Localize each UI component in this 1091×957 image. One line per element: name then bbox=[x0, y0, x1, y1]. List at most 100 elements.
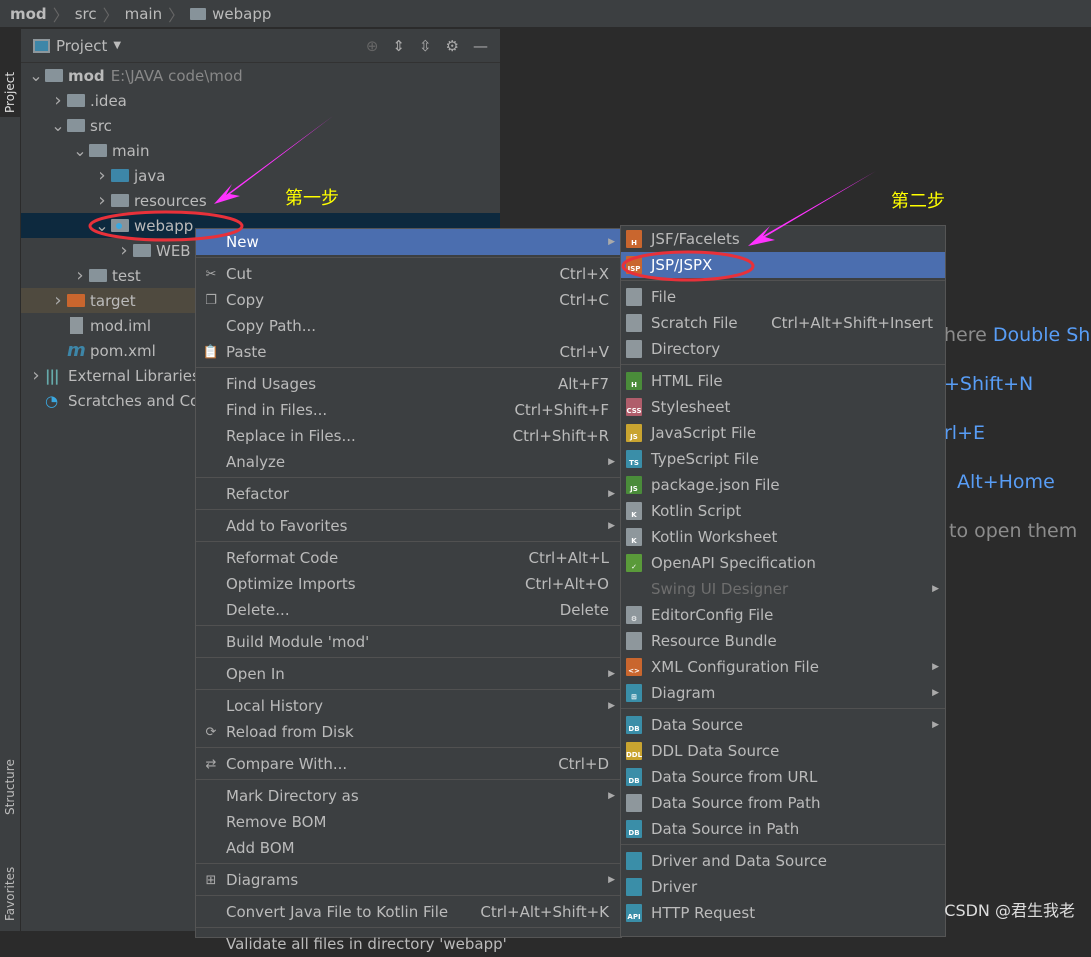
menu-item-find-usages[interactable]: Find Usages Alt+F7 bbox=[196, 371, 621, 397]
new-menu-item-http-request[interactable]: API HTTP Request bbox=[621, 900, 945, 926]
menu-item-compare-with[interactable]: ⇄ Compare With... Ctrl+D bbox=[196, 751, 621, 777]
structure-tool-tab[interactable]: Structure bbox=[0, 735, 20, 819]
chevron-right-icon[interactable]: › bbox=[115, 240, 133, 261]
chevron-right-icon[interactable]: › bbox=[49, 90, 67, 111]
menu-item-copy[interactable]: ❐ Copy Ctrl+C bbox=[196, 287, 621, 313]
tree-item[interactable]: ⌄ mod E:\JAVA code\mod bbox=[21, 63, 500, 88]
chevron-down-icon[interactable]: ⌄ bbox=[27, 66, 45, 85]
menu-item-copy-path[interactable]: Copy Path... bbox=[196, 313, 621, 339]
new-menu-item-kotlin-script[interactable]: K Kotlin Script bbox=[621, 498, 945, 524]
menu-item-cut[interactable]: ✂ Cut Ctrl+X bbox=[196, 261, 621, 287]
tree-item[interactable]: ⌄ src bbox=[21, 113, 500, 138]
breadcrumb-item[interactable]: src bbox=[75, 5, 97, 23]
new-menu-item-driver[interactable]: Driver bbox=[621, 874, 945, 900]
chevron-right-icon[interactable]: › bbox=[93, 165, 111, 186]
menu-item-analyze[interactable]: Analyze ▶ bbox=[196, 449, 621, 475]
expand-all-icon[interactable]: ⇕ bbox=[392, 37, 405, 55]
chevron-right-icon[interactable]: › bbox=[49, 290, 67, 311]
locate-icon[interactable]: ⊕ bbox=[366, 37, 379, 55]
file-icon bbox=[626, 288, 642, 306]
breadcrumb-item[interactable]: mod bbox=[10, 5, 47, 23]
gear-icon[interactable]: ⚙ bbox=[446, 37, 459, 55]
new-menu-item-kotlin-worksheet[interactable]: K Kotlin Worksheet bbox=[621, 524, 945, 550]
new-menu-item-xml-configuration-file[interactable]: <> XML Configuration File ▶ bbox=[621, 654, 945, 680]
new-menu-item-data-source-from-path[interactable]: Data Source from Path bbox=[621, 790, 945, 816]
menu-item-add-to-favorites[interactable]: Add to Favorites ▶ bbox=[196, 513, 621, 539]
menu-item-label: Cut bbox=[226, 265, 252, 283]
menu-item-label: Add to Favorites bbox=[226, 517, 348, 535]
chevron-right-icon[interactable]: › bbox=[93, 190, 111, 211]
menu-item-find-in-files[interactable]: Find in Files... Ctrl+Shift+F bbox=[196, 397, 621, 423]
menu-item-local-history[interactable]: Local History ▶ bbox=[196, 693, 621, 719]
tree-item[interactable]: › java bbox=[21, 163, 500, 188]
collapse-all-icon[interactable]: ⇳ bbox=[419, 37, 432, 55]
chevron-down-icon[interactable]: ⌄ bbox=[71, 141, 89, 160]
chevron-right-icon: 〉 bbox=[52, 5, 69, 25]
chevron-down-icon[interactable]: ▼ bbox=[113, 40, 121, 51]
new-menu-item-ddl-data-source[interactable]: DDL DDL Data Source bbox=[621, 738, 945, 764]
new-menu-item-diagram[interactable]: ⊞ Diagram ▶ bbox=[621, 680, 945, 706]
tree-item[interactable]: › resources bbox=[21, 188, 500, 213]
menu-item-convert-java-file-to-kotlin-file[interactable]: Convert Java File to Kotlin File Ctrl+Alt… bbox=[196, 899, 621, 925]
scratch-file-icon bbox=[626, 314, 642, 332]
favorites-tool-tab[interactable]: Favorites bbox=[0, 841, 20, 925]
new-menu-item-openapi-specification[interactable]: ✓ OpenAPI Specification bbox=[621, 550, 945, 576]
chevron-right-icon[interactable]: › bbox=[71, 265, 89, 286]
new-menu-item-html-file[interactable]: H HTML File bbox=[621, 368, 945, 394]
menu-item-replace-in-files[interactable]: Replace in Files... Ctrl+Shift+R bbox=[196, 423, 621, 449]
breadcrumb-item[interactable]: webapp bbox=[212, 5, 271, 23]
submenu-arrow-icon: ▶ bbox=[932, 584, 939, 594]
new-menu-item-javascript-file[interactable]: JS JavaScript File bbox=[621, 420, 945, 446]
menu-item-label: Reformat Code bbox=[226, 549, 339, 567]
chevron-down-icon[interactable]: ⌄ bbox=[49, 116, 67, 135]
project-panel-header: Project ▼ ⊕ ⇕ ⇳ ⚙ — bbox=[21, 29, 500, 63]
new-menu-item-scratch-file[interactable]: Scratch File Ctrl+Alt+Shift+Insert bbox=[621, 310, 945, 336]
menu-item-reformat-code[interactable]: Reformat Code Ctrl+Alt+L bbox=[196, 545, 621, 571]
menu-item-mark-directory-as[interactable]: Mark Directory as ▶ bbox=[196, 783, 621, 809]
new-menu-item-swing-ui-designer[interactable]: Swing UI Designer ▶ bbox=[621, 576, 945, 602]
project-tool-tab[interactable]: Project bbox=[0, 29, 20, 117]
menu-item-open-in[interactable]: Open In ▶ bbox=[196, 661, 621, 687]
menu-item-optimize-imports[interactable]: Optimize Imports Ctrl+Alt+O bbox=[196, 571, 621, 597]
new-menu-item-file[interactable]: File bbox=[621, 284, 945, 310]
new-menu-item-driver-and-data-source[interactable]: Driver and Data Source bbox=[621, 848, 945, 874]
data-source-in-path-icon: DB bbox=[626, 820, 642, 838]
menu-item-add-bom[interactable]: Add BOM bbox=[196, 835, 621, 861]
menu-item-shortcut: Ctrl+Alt+L bbox=[528, 549, 610, 567]
new-menu-item-editorconfig-file[interactable]: ⚙ EditorConfig File bbox=[621, 602, 945, 628]
menu-item-delete[interactable]: Delete... Delete bbox=[196, 597, 621, 623]
new-menu-item-jsf-facelets[interactable]: H JSF/Facelets bbox=[621, 226, 945, 252]
new-menu-item-data-source[interactable]: DB Data Source ▶ bbox=[621, 712, 945, 738]
new-menu-item-package-json-file[interactable]: JS package.json File bbox=[621, 472, 945, 498]
new-menu-item-directory[interactable]: Directory bbox=[621, 336, 945, 362]
menu-item-reload-from-disk[interactable]: ⟳ Reload from Disk bbox=[196, 719, 621, 745]
menu-item-label: JSP/JSPX bbox=[651, 256, 713, 274]
breadcrumb: mod 〉 src 〉 main 〉 webapp bbox=[0, 0, 1091, 28]
chevron-down-icon[interactable]: ⌄ bbox=[93, 216, 111, 235]
menu-item-remove-bom[interactable]: Remove BOM bbox=[196, 809, 621, 835]
tree-item-label: External Libraries bbox=[68, 366, 200, 385]
editor-hint: to open them bbox=[949, 520, 1077, 542]
menu-item-paste[interactable]: 📋 Paste Ctrl+V bbox=[196, 339, 621, 365]
new-menu-item-jsp-jspx[interactable]: JSP JSP/JSPX bbox=[621, 252, 945, 278]
breadcrumb-item[interactable]: main bbox=[125, 5, 162, 23]
project-view-selector[interactable]: Project bbox=[56, 37, 107, 55]
new-menu-item-typescript-file[interactable]: TS TypeScript File bbox=[621, 446, 945, 472]
menu-item-label: Optimize Imports bbox=[226, 575, 356, 593]
submenu-arrow-icon: ▶ bbox=[608, 875, 615, 885]
diagram-icon: ⊞ bbox=[626, 684, 642, 702]
menu-item-refactor[interactable]: Refactor ▶ bbox=[196, 481, 621, 507]
tree-item[interactable]: › .idea bbox=[21, 88, 500, 113]
chevron-right-icon[interactable]: › bbox=[27, 365, 45, 386]
new-menu-item-stylesheet[interactable]: CSS Stylesheet bbox=[621, 394, 945, 420]
minimize-icon[interactable]: — bbox=[473, 37, 488, 55]
menu-item-validate-all-files-in-directory-webapp[interactable]: Validate all files in directory 'webapp' bbox=[196, 931, 621, 957]
new-menu-item-data-source-from-url[interactable]: DB Data Source from URL bbox=[621, 764, 945, 790]
menu-item-new[interactable]: New ▶ bbox=[196, 229, 621, 255]
new-menu-item-resource-bundle[interactable]: Resource Bundle bbox=[621, 628, 945, 654]
new-menu-item-data-source-in-path[interactable]: DB Data Source in Path bbox=[621, 816, 945, 842]
tree-item[interactable]: ⌄ main bbox=[21, 138, 500, 163]
menu-item-build-module-mod[interactable]: Build Module 'mod' bbox=[196, 629, 621, 655]
submenu-arrow-icon: ▶ bbox=[608, 457, 615, 467]
menu-item-diagrams[interactable]: ⊞ Diagrams ▶ bbox=[196, 867, 621, 893]
